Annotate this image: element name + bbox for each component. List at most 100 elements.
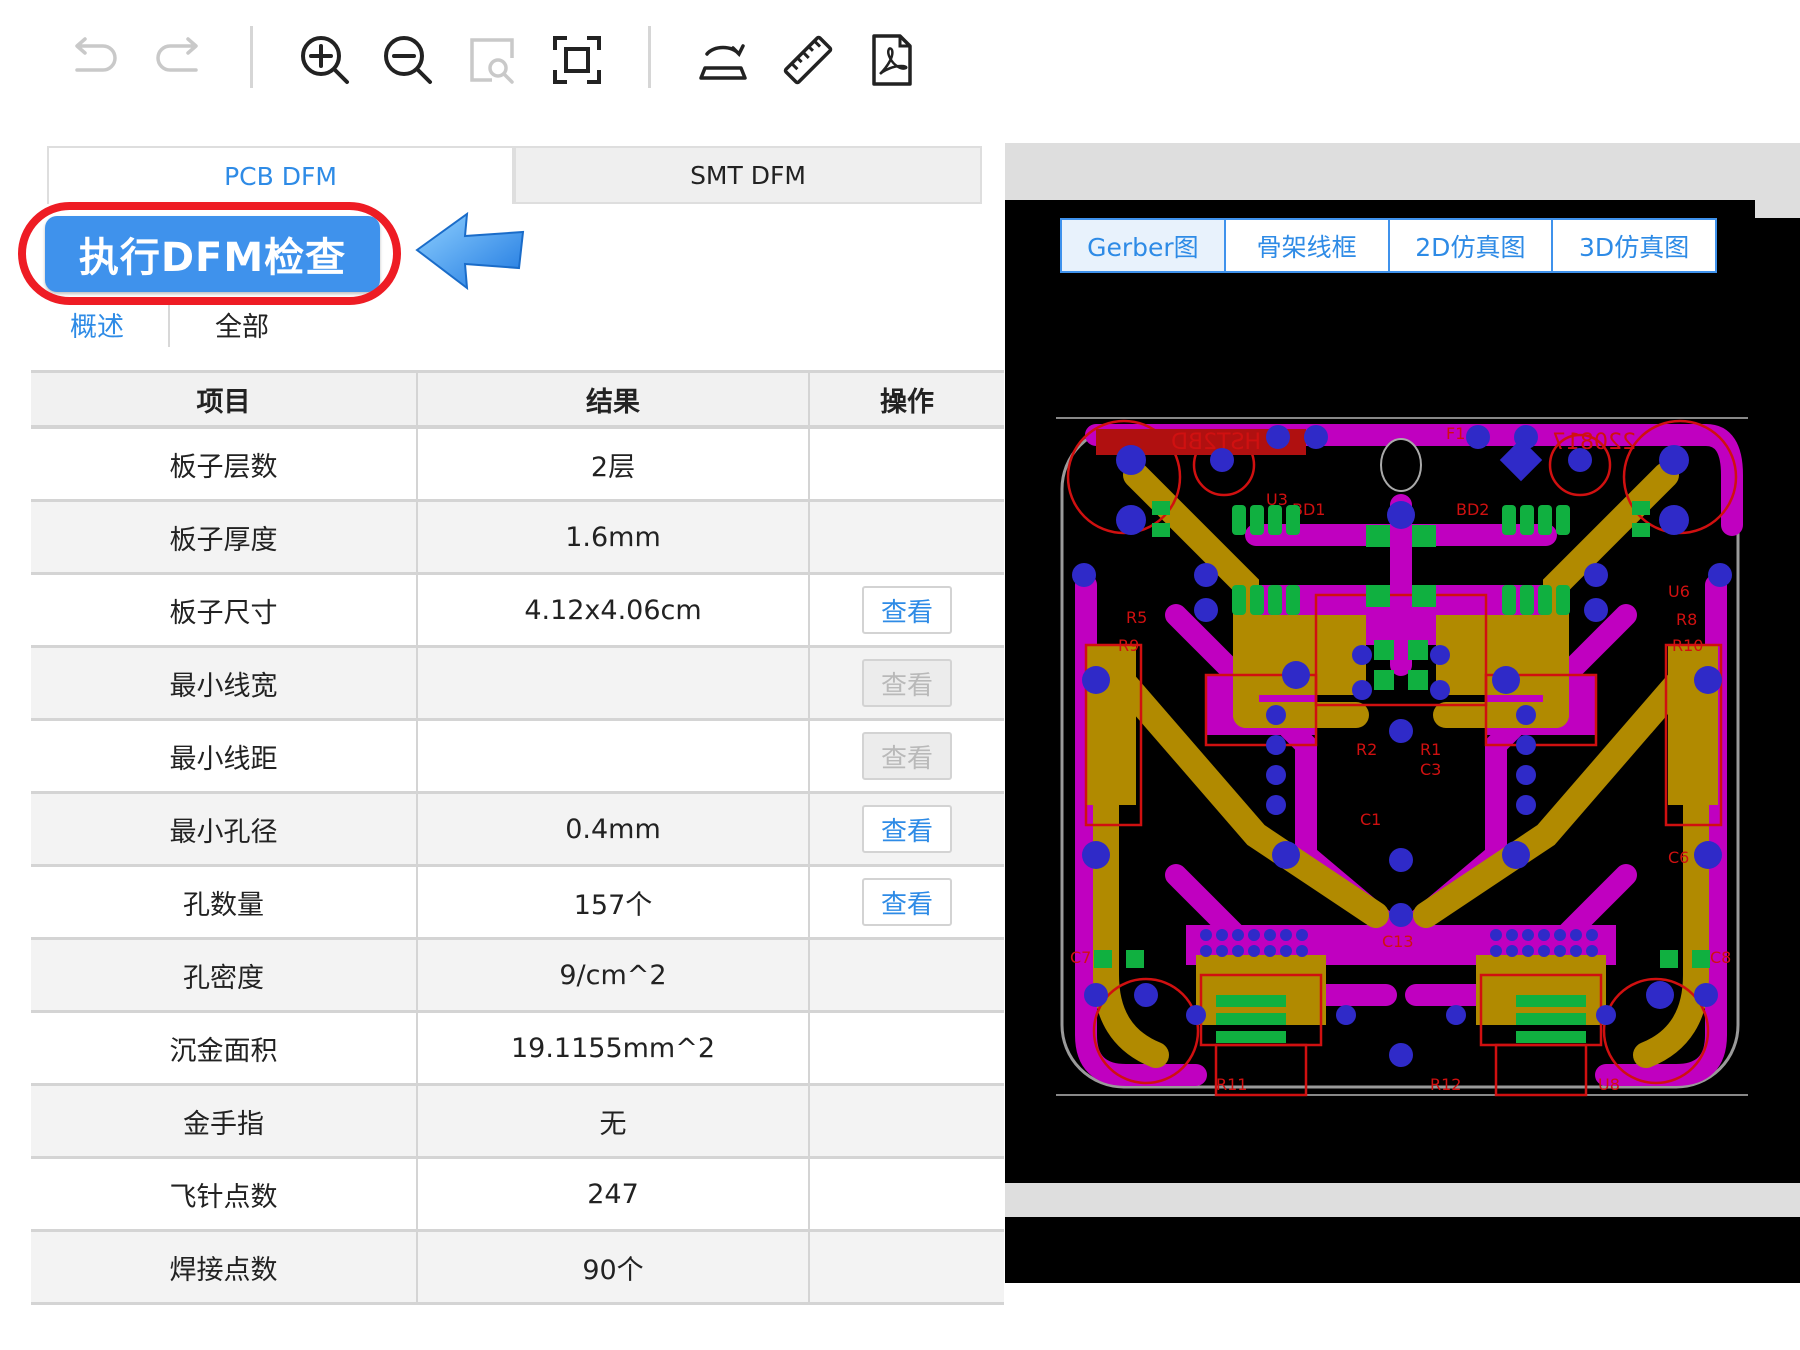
table-row: 最小孔径 0.4mm 查看 (31, 792, 1004, 867)
row-result: 247 (417, 1157, 810, 1232)
silk-date-code: 220817 (1552, 430, 1636, 455)
row-result: 0.4mm (417, 792, 810, 867)
row-result: 4.12x4.06cm (417, 573, 810, 648)
table-row: 沉金面积 19.1155mm^2 (31, 1011, 1004, 1086)
silk-label-r5: R5 (1126, 608, 1147, 627)
flip-board-icon[interactable] (693, 30, 753, 90)
row-result: 19.1155mm^2 (417, 1011, 810, 1086)
row-result: 9/cm^2 (417, 938, 810, 1013)
silk-label-c1: C1 (1360, 810, 1381, 829)
dfm-results-table: 项目 结果 操作 板子层数 2层 板子厚度 1.6mm 板子尺寸 4.12x4.… (31, 370, 1004, 1305)
silk-label-r8: R8 (1676, 610, 1697, 629)
row-result (417, 646, 810, 721)
table-row: 板子厚度 1.6mm (31, 500, 1004, 575)
silk-label-c6: C6 (1668, 848, 1689, 867)
silk-label-c13: C13 (1382, 932, 1414, 951)
tab-pcb-dfm[interactable]: PCB DFM (47, 146, 514, 204)
row-action (809, 427, 1004, 502)
row-item: 最小线距 (31, 719, 418, 794)
table-row: 板子层数 2层 (31, 427, 1004, 502)
toolbar-divider (250, 26, 253, 88)
subtab-all[interactable]: 全部 (215, 305, 269, 344)
row-item: 孔密度 (31, 938, 418, 1013)
tab-gerber[interactable]: Gerber图 (1062, 220, 1226, 271)
row-action: 查看 (809, 865, 1004, 940)
row-item: 板子层数 (31, 427, 418, 502)
pointer-arrow-icon (415, 211, 525, 291)
table-row: 最小线距 查看 (31, 719, 1004, 794)
zoom-area-icon[interactable] (462, 30, 522, 90)
redo-icon[interactable] (148, 30, 208, 90)
silk-label-c3: C3 (1420, 760, 1441, 779)
table-row: 最小线宽 查看 (31, 646, 1004, 721)
toolbar-divider (648, 26, 651, 88)
column-header-item: 项目 (31, 370, 418, 429)
row-item: 最小线宽 (31, 646, 418, 721)
undo-icon[interactable] (65, 30, 125, 90)
row-item: 最小孔径 (31, 792, 418, 867)
table-row: 金手指 无 (31, 1084, 1004, 1159)
row-result: 2层 (417, 427, 810, 502)
table-row: 孔密度 9/cm^2 (31, 938, 1004, 1013)
table-row: 飞针点数 247 (31, 1157, 1004, 1232)
silk-label-u8: U8 (1598, 1075, 1620, 1094)
tab-2d-simulation[interactable]: 2D仿真图 (1390, 220, 1554, 271)
silk-label-r2: R2 (1356, 740, 1377, 759)
toolbar (0, 0, 1800, 115)
silk-label-c7: C7 (1070, 948, 1091, 967)
viewer-border (1755, 200, 1800, 218)
tab-skeleton-wireframe[interactable]: 骨架线框 (1226, 220, 1390, 271)
table-header-row: 项目 结果 操作 (31, 370, 1004, 429)
dfm-tabs: PCB DFM SMT DFM (47, 146, 982, 204)
row-action (809, 1230, 1004, 1305)
view-button-disabled: 查看 (862, 732, 952, 780)
table-row: 焊接点数 90个 (31, 1230, 1004, 1305)
view-button-disabled: 查看 (862, 659, 952, 707)
row-result (417, 719, 810, 794)
tab-3d-simulation[interactable]: 3D仿真图 (1553, 220, 1715, 271)
row-item: 沉金面积 (31, 1011, 418, 1086)
fit-screen-icon[interactable] (547, 30, 607, 90)
row-result: 90个 (417, 1230, 810, 1305)
table-row: 板子尺寸 4.12x4.06cm 查看 (31, 573, 1004, 648)
row-item: 金手指 (31, 1084, 418, 1159)
subtab-divider (168, 305, 170, 347)
run-dfm-check-button[interactable]: 执行DFM检查 (45, 216, 380, 292)
row-result: 无 (417, 1084, 810, 1159)
row-item: 孔数量 (31, 865, 418, 940)
zoom-in-icon[interactable] (295, 30, 355, 90)
view-button[interactable]: 查看 (862, 878, 952, 926)
tab-smt-dfm[interactable]: SMT DFM (514, 146, 982, 204)
silk-label-r10: R10 (1672, 636, 1703, 655)
row-item: 板子厚度 (31, 500, 418, 575)
row-action (809, 1157, 1004, 1232)
row-action (809, 1011, 1004, 1086)
silk-label-r11: R11 (1216, 1075, 1247, 1094)
row-action (809, 1084, 1004, 1159)
mounting-hole (1380, 438, 1422, 492)
silk-label-c8: C8 (1710, 948, 1731, 967)
silk-label-r9: R9 (1118, 636, 1139, 655)
view-button[interactable]: 查看 (862, 586, 952, 634)
view-button[interactable]: 查看 (862, 805, 952, 853)
row-action (809, 938, 1004, 1013)
row-action: 查看 (809, 719, 1004, 794)
row-item: 焊接点数 (31, 1230, 418, 1305)
row-action: 查看 (809, 792, 1004, 867)
column-header-result: 结果 (417, 370, 810, 429)
row-item: 板子尺寸 (31, 573, 418, 648)
silk-label-r1: R1 (1420, 740, 1441, 759)
viewer-border (1005, 1183, 1800, 1217)
subtab-overview[interactable]: 概述 (70, 305, 124, 344)
row-result: 1.6mm (417, 500, 810, 575)
silk-label-r12: R12 (1430, 1075, 1461, 1094)
row-action (809, 500, 1004, 575)
pdf-export-icon[interactable] (862, 30, 922, 90)
zoom-out-icon[interactable] (378, 30, 438, 90)
view-mode-tabs: Gerber图 骨架线框 2D仿真图 3D仿真图 (1060, 218, 1717, 273)
ruler-icon[interactable] (778, 30, 838, 90)
silk-label-bd2: BD2 (1456, 500, 1489, 519)
row-item: 飞针点数 (31, 1157, 418, 1232)
pcb-gerber-render: HST2BD F1 220817 U3 BD1 BD2 U6 R5 R8 R9 … (1056, 417, 1748, 1097)
row-result: 157个 (417, 865, 810, 940)
